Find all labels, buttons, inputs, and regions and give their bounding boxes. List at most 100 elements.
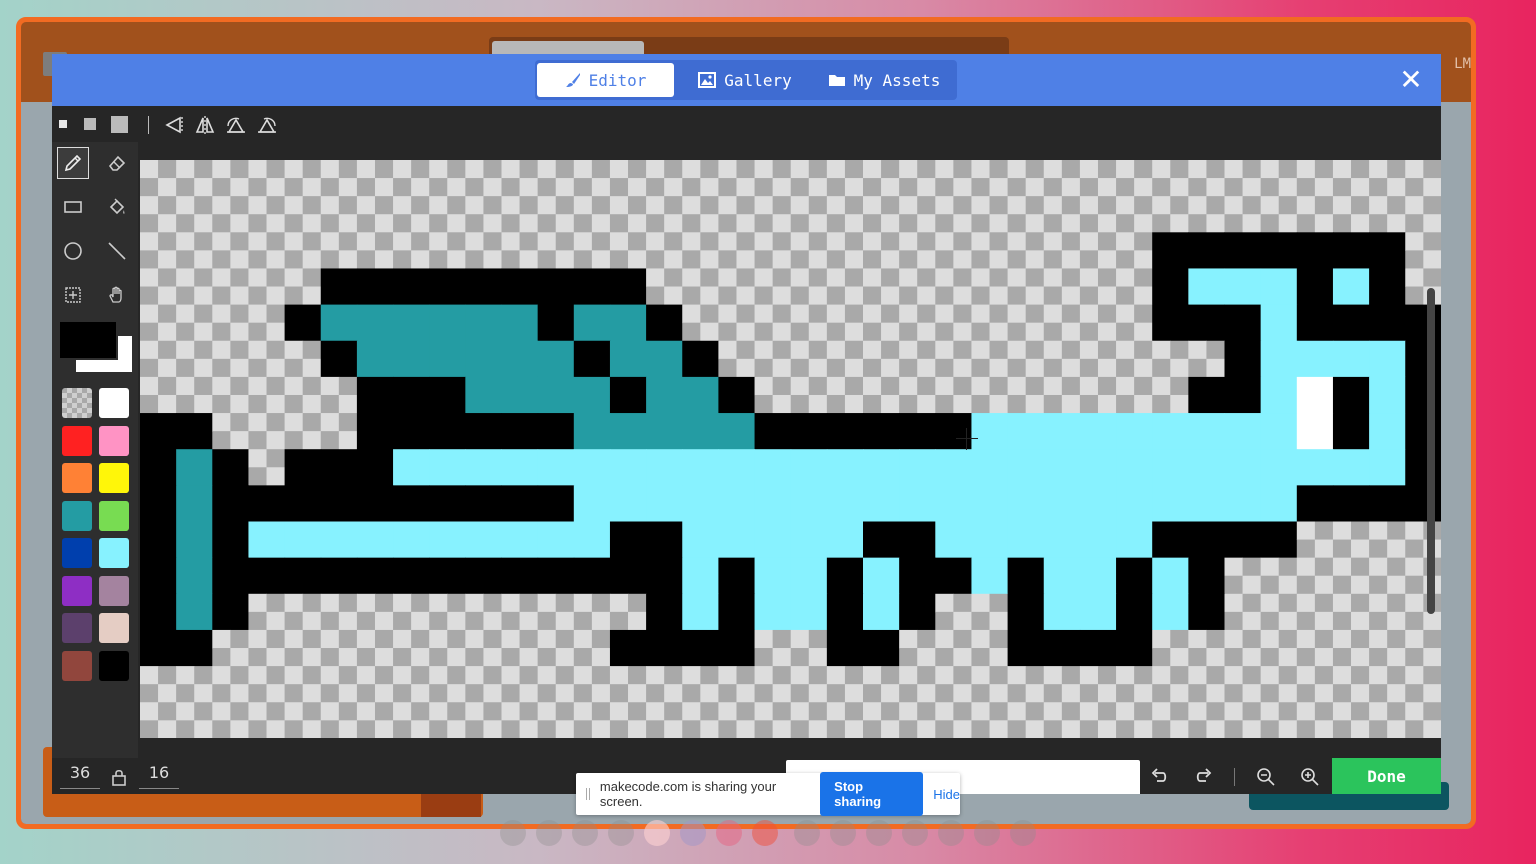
transparent-pixel[interactable]: [158, 268, 177, 288]
transparent-pixel[interactable]: [1116, 720, 1135, 738]
transparent-pixel[interactable]: [971, 666, 991, 685]
sprite-pixel[interactable]: [429, 521, 466, 559]
sprite-pixel[interactable]: [609, 485, 647, 522]
transparent-pixel[interactable]: [1206, 358, 1225, 378]
transparent-pixel[interactable]: [1116, 196, 1135, 215]
transparent-pixel[interactable]: [700, 322, 719, 342]
transparent-pixel[interactable]: [1332, 648, 1352, 667]
transparent-pixel[interactable]: [1097, 376, 1117, 396]
transparent-pixel[interactable]: [591, 629, 611, 649]
transparent-pixel[interactable]: [863, 286, 882, 306]
transparent-pixel[interactable]: [1025, 268, 1045, 288]
sprite-pixel[interactable]: [1260, 304, 1298, 342]
transparent-pixel[interactable]: [1278, 702, 1298, 721]
sprite-pixel[interactable]: [393, 449, 430, 486]
transparent-pixel[interactable]: [1079, 178, 1099, 197]
transparent-pixel[interactable]: [411, 593, 430, 613]
transparent-pixel[interactable]: [140, 666, 159, 685]
transparent-pixel[interactable]: [718, 684, 737, 703]
zoom-in-button[interactable]: [1297, 764, 1323, 790]
transparent-pixel[interactable]: [230, 376, 249, 396]
transparent-pixel[interactable]: [1025, 376, 1045, 396]
transparent-pixel[interactable]: [1061, 304, 1081, 324]
sprite-pixel[interactable]: [1296, 449, 1334, 486]
sprite-pixel[interactable]: [501, 449, 539, 486]
transparent-pixel[interactable]: [1061, 250, 1081, 269]
palette-swatch[interactable]: [62, 613, 92, 643]
transparent-pixel[interactable]: [1332, 593, 1352, 613]
sprite-pixel[interactable]: [320, 268, 358, 306]
transparent-pixel[interactable]: [338, 232, 358, 251]
transparent-pixel[interactable]: [555, 684, 575, 703]
transparent-pixel[interactable]: [863, 376, 882, 396]
transparent-pixel[interactable]: [808, 322, 828, 342]
transparent-pixel[interactable]: [266, 593, 286, 613]
transparent-pixel[interactable]: [266, 358, 286, 378]
transparent-pixel[interactable]: [881, 178, 900, 197]
transparent-pixel[interactable]: [808, 160, 828, 179]
transparent-pixel[interactable]: [808, 268, 828, 288]
transparent-pixel[interactable]: [899, 358, 918, 378]
sprite-pixel[interactable]: [140, 485, 177, 522]
transparent-pixel[interactable]: [140, 376, 159, 396]
transparent-pixel[interactable]: [881, 394, 900, 414]
sprite-pixel[interactable]: [356, 557, 394, 595]
transparent-pixel[interactable]: [1043, 214, 1063, 233]
transparent-pixel[interactable]: [465, 593, 484, 613]
transparent-pixel[interactable]: [826, 666, 846, 685]
transparent-pixel[interactable]: [700, 268, 719, 288]
palette-swatch[interactable]: [99, 425, 129, 456]
transparent-pixel[interactable]: [1061, 232, 1081, 251]
transparent-pixel[interactable]: [754, 358, 774, 378]
transparent-pixel[interactable]: [772, 394, 792, 414]
sprite-pixel[interactable]: [573, 521, 611, 559]
transparent-pixel[interactable]: [1260, 684, 1280, 703]
sprite-pixel[interactable]: [1116, 557, 1153, 595]
transparent-pixel[interactable]: [1025, 322, 1045, 342]
transparent-pixel[interactable]: [935, 666, 954, 685]
transparent-pixel[interactable]: [1116, 178, 1135, 197]
transparent-pixel[interactable]: [1025, 286, 1045, 306]
transparent-pixel[interactable]: [609, 611, 629, 631]
transparent-pixel[interactable]: [1007, 214, 1027, 233]
transparent-pixel[interactable]: [374, 196, 394, 215]
transparent-pixel[interactable]: [230, 340, 249, 360]
pencil-tool[interactable]: [57, 147, 89, 179]
transparent-pixel[interactable]: [1405, 250, 1424, 269]
sprite-pixel[interactable]: [176, 485, 213, 522]
transparent-pixel[interactable]: [989, 304, 1009, 324]
transparent-pixel[interactable]: [1369, 702, 1388, 721]
transparent-pixel[interactable]: [158, 358, 177, 378]
sprite-pixel[interactable]: [1405, 413, 1441, 450]
transparent-pixel[interactable]: [230, 214, 249, 233]
transparent-pixel[interactable]: [465, 214, 484, 233]
transparent-pixel[interactable]: [1007, 304, 1027, 324]
sprite-pixel[interactable]: [393, 268, 430, 306]
sprite-pixel[interactable]: [1369, 232, 1406, 269]
transparent-pixel[interactable]: [953, 304, 972, 324]
transparent-pixel[interactable]: [772, 376, 792, 396]
transparent-pixel[interactable]: [1152, 160, 1171, 179]
transparent-pixel[interactable]: [248, 720, 268, 738]
transparent-pixel[interactable]: [899, 304, 918, 324]
sprite-pixel[interactable]: [1043, 413, 1081, 450]
sprite-pixel[interactable]: [1260, 376, 1298, 414]
transparent-pixel[interactable]: [338, 702, 358, 721]
transparent-pixel[interactable]: [917, 268, 936, 288]
sprite-pixel[interactable]: [356, 268, 394, 306]
transparent-pixel[interactable]: [1043, 666, 1063, 685]
transparent-pixel[interactable]: [320, 178, 340, 197]
transparent-pixel[interactable]: [935, 322, 954, 342]
transparent-pixel[interactable]: [736, 702, 756, 721]
transparent-pixel[interactable]: [772, 196, 792, 215]
transparent-pixel[interactable]: [772, 648, 792, 667]
transparent-pixel[interactable]: [1188, 178, 1207, 197]
transparent-pixel[interactable]: [844, 684, 864, 703]
transparent-pixel[interactable]: [790, 286, 810, 306]
transparent-pixel[interactable]: [302, 720, 322, 738]
transparent-pixel[interactable]: [953, 340, 972, 360]
transparent-pixel[interactable]: [808, 250, 828, 269]
sprite-pixel[interactable]: [1116, 521, 1153, 559]
transparent-pixel[interactable]: [1224, 196, 1244, 215]
transparent-pixel[interactable]: [411, 232, 430, 251]
